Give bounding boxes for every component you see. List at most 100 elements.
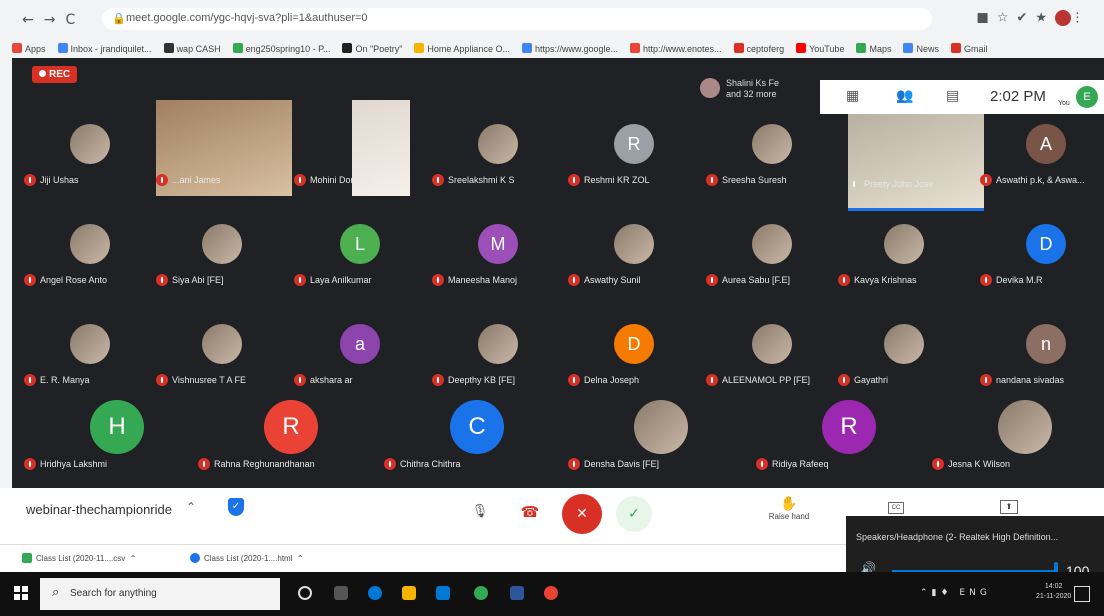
participant-tile[interactable]: R Reshmi KR ZOL bbox=[568, 124, 698, 210]
notification-icon[interactable] bbox=[1074, 586, 1090, 602]
participant-tile[interactable]: C Chithra Chithra bbox=[384, 400, 514, 498]
bookmark-item[interactable]: Inbox - jrandiquilet... bbox=[57, 43, 152, 54]
participant-tile[interactable]: Sreelakshmi K S bbox=[432, 124, 562, 210]
confirm-icon[interactable]: ✓ bbox=[616, 496, 652, 532]
camera-off-button[interactable]: ✕ bbox=[562, 494, 602, 534]
participant-tile[interactable]: Gayathri bbox=[838, 324, 968, 410]
participant-name-label: ...ani James bbox=[172, 175, 221, 185]
avatar: A bbox=[1026, 124, 1066, 164]
mic-off-icon bbox=[432, 374, 444, 386]
store-icon[interactable] bbox=[436, 586, 450, 600]
participant-tile[interactable]: ...ani James bbox=[156, 100, 292, 210]
task-view-icon[interactable] bbox=[334, 586, 348, 600]
raise-hand-button[interactable]: ✋ Raise hand bbox=[764, 496, 814, 521]
participant-tile[interactable]: a akshara ar bbox=[294, 324, 424, 410]
participant-tile[interactable]: Aurea Sabu [F.E] bbox=[706, 224, 836, 310]
participant-name-label: Preety John Jose bbox=[864, 179, 934, 189]
windows-start-icon[interactable] bbox=[14, 586, 28, 600]
participant-tile[interactable]: Kavya Krishnas bbox=[838, 224, 968, 310]
bookmark-icon bbox=[733, 43, 744, 53]
chrome-file-icon bbox=[190, 553, 200, 563]
participant-tile[interactable]: Siya Abi [FE] bbox=[156, 224, 286, 310]
bookmark-item[interactable]: Apps bbox=[12, 43, 46, 54]
microphone-button[interactable]: 🎙 bbox=[466, 498, 494, 526]
participant-tile[interactable]: Aswathy Sunil bbox=[568, 224, 698, 310]
audio-device-label[interactable]: Speakers/Headphone (2- Realtek High Defi… bbox=[856, 532, 1058, 542]
nav-buttons[interactable]: ←→C bbox=[22, 12, 85, 28]
profile-icon[interactable] bbox=[1055, 10, 1071, 26]
bookmark-item[interactable]: YouTube bbox=[796, 43, 844, 54]
participant-name: Jesna K Wilson bbox=[932, 458, 1010, 470]
participant-tile[interactable]: D Devika M.R bbox=[980, 224, 1104, 310]
bookmark-item[interactable]: On "Poetry" bbox=[342, 43, 402, 54]
bookmark-item[interactable]: ceptoferg bbox=[733, 43, 784, 54]
bookmark-item[interactable]: eng250spring10 - P... bbox=[232, 43, 330, 54]
bookmark-item[interactable]: Gmail bbox=[950, 43, 988, 54]
mic-off-icon bbox=[156, 174, 168, 186]
chrome-profile-icon[interactable] bbox=[544, 586, 558, 600]
captions-icon[interactable]: CC bbox=[888, 502, 904, 514]
participant-tile[interactable]: Angel Rose Anto bbox=[24, 224, 154, 310]
bookmark-item[interactable]: News bbox=[903, 43, 939, 54]
participant-tile[interactable]: n nandana sivadas bbox=[980, 324, 1104, 410]
participant-tile[interactable]: L Laya Anilkumar bbox=[294, 224, 424, 310]
participant-tile[interactable]: Deepthy KB [FE] bbox=[432, 324, 562, 410]
avatar bbox=[752, 224, 792, 264]
rec-label: REC bbox=[49, 69, 71, 80]
bookmark-label: News bbox=[916, 44, 939, 54]
participant-tile[interactable]: D Delna Joseph bbox=[568, 324, 698, 410]
download-item[interactable]: Class List (2020-1....html ⌃ bbox=[190, 553, 304, 563]
participant-name-label: Gayathri bbox=[854, 375, 889, 385]
chat-icon[interactable]: ▤ bbox=[946, 88, 959, 104]
participant-tile[interactable]: Mohini Dominic bbox=[294, 100, 424, 210]
bookmark-item[interactable]: http://www.enotes... bbox=[630, 43, 722, 54]
bookmark-item[interactable]: https://www.google... bbox=[521, 43, 618, 54]
avatar bbox=[634, 400, 688, 454]
shield-icon[interactable]: ✓ bbox=[228, 498, 244, 516]
mic-off-icon bbox=[432, 274, 444, 286]
mic-off-icon bbox=[568, 374, 580, 386]
cortana-icon[interactable] bbox=[298, 586, 312, 600]
address-bar[interactable]: 🔒 meet.google.com/ygc-hqvj-sva?pli=1&aut… bbox=[102, 8, 932, 30]
taskbar-clock[interactable]: 14:02 21-11-2020 bbox=[1036, 582, 1071, 602]
taskbar-search[interactable]: ⌕ Search for anything bbox=[40, 578, 280, 610]
people-icon[interactable]: 👥 bbox=[896, 88, 913, 104]
meeting-details-button[interactable]: webinar-thechampionride bbox=[26, 502, 172, 517]
system-tray[interactable]: ⌃▮♦ ENG bbox=[920, 588, 991, 598]
participant-tile[interactable]: Vishnusree T A FE bbox=[156, 324, 286, 410]
extension-icons[interactable]: ■☆✔★ ⋮ bbox=[977, 10, 1092, 26]
mic-off-icon bbox=[756, 458, 768, 470]
participant-tile[interactable]: Preety John Jose bbox=[838, 114, 984, 211]
mic-off-icon bbox=[706, 274, 718, 286]
url-text: meet.google.com/ygc-hqvj-sva?pli=1&authu… bbox=[126, 12, 368, 24]
participant-tile[interactable]: R Rahna Reghunandhanan bbox=[198, 400, 328, 498]
chrome-icon[interactable] bbox=[474, 586, 488, 600]
participant-name: Rahna Reghunandhanan bbox=[198, 458, 315, 470]
participant-tile[interactable]: Densha Davis [FE] bbox=[568, 400, 698, 498]
download-item[interactable]: Class List (2020-11....csv ⌃ bbox=[22, 553, 136, 563]
participant-tile[interactable]: Jiji Ushas bbox=[24, 124, 154, 210]
end-call-button[interactable]: ☎ bbox=[516, 498, 544, 526]
edge-icon[interactable] bbox=[368, 586, 382, 600]
participant-tile[interactable]: Sreesha Suresh bbox=[706, 124, 836, 210]
participant-tile[interactable]: Jesna K Wilson bbox=[932, 400, 1062, 498]
bookmark-item[interactable]: Maps bbox=[856, 43, 891, 54]
file-explorer-icon[interactable] bbox=[402, 586, 416, 600]
bookmark-item[interactable]: Home Appliance O... bbox=[414, 43, 510, 54]
bookmark-item[interactable]: wap CASH bbox=[163, 43, 221, 54]
app-icon[interactable] bbox=[510, 586, 524, 600]
overflow-line2: and 32 more bbox=[726, 89, 777, 99]
participant-name: Hridhya Lakshmi bbox=[24, 458, 107, 470]
participant-tile[interactable]: ALEENAMOL PP [FE] bbox=[706, 324, 836, 410]
participant-tile[interactable]: M Maneesha Manoj bbox=[432, 224, 562, 310]
participant-tile[interactable]: E. R. Manya bbox=[24, 324, 154, 410]
participant-tile[interactable]: A Aswathi p.k, & Aswa... bbox=[980, 124, 1104, 210]
bookmark-label: YouTube bbox=[809, 44, 845, 54]
grid-view-icon[interactable]: ▦ bbox=[846, 88, 859, 104]
participant-tile[interactable]: H Hridhya Lakshmi bbox=[24, 400, 154, 498]
present-icon[interactable]: ⬆ bbox=[1000, 500, 1018, 514]
overflow-participants[interactable]: Shalini Ks Fe and 32 more bbox=[700, 78, 779, 100]
participant-tile[interactable]: R Ridiya Rafeeq bbox=[756, 400, 886, 498]
search-placeholder: Search for anything bbox=[70, 588, 157, 599]
chevron-up-icon[interactable]: ⌃ bbox=[186, 500, 196, 514]
